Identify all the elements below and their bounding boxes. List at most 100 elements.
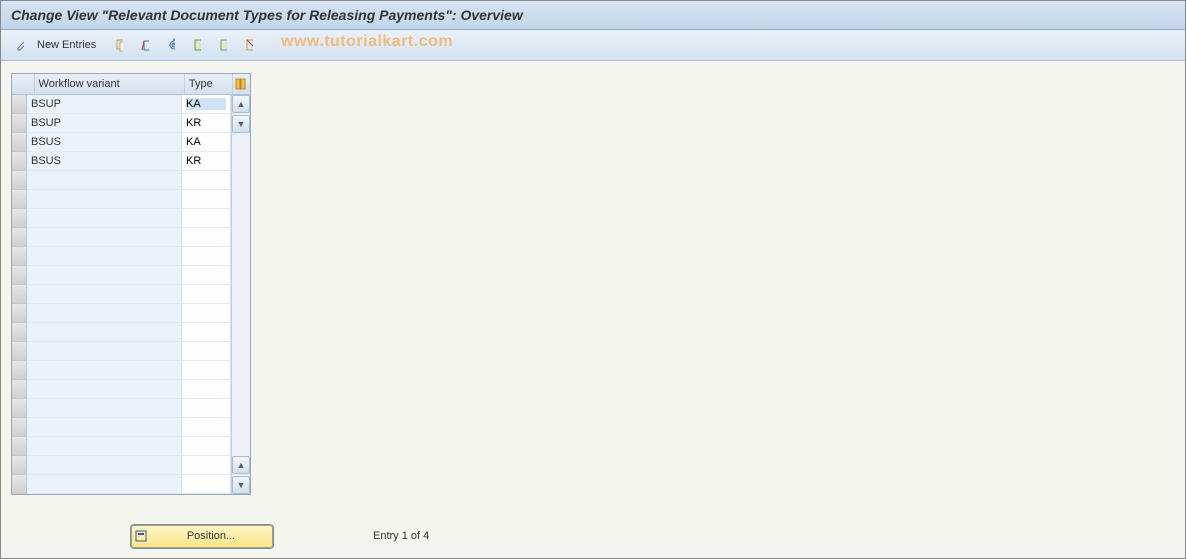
cell-type[interactable] [182,342,231,361]
type-input[interactable] [186,117,226,129]
footer-bar: Position... Entry 1 of 4 [1,524,1185,548]
cell-type[interactable] [182,285,231,304]
cell-type[interactable] [182,152,231,171]
row-selector[interactable] [12,475,27,494]
cell-workflow-variant[interactable] [27,418,182,437]
undo-icon[interactable] [160,34,182,56]
cell-workflow-variant[interactable] [27,456,182,475]
row-selector[interactable] [12,456,27,475]
row-selector[interactable] [12,437,27,456]
cell-type[interactable] [182,399,231,418]
row-selector[interactable] [12,247,27,266]
table-row: BSUS [12,152,231,171]
row-selector[interactable] [12,418,27,437]
row-selector[interactable] [12,285,27,304]
type-input[interactable] [186,98,226,110]
cell-workflow-variant[interactable] [27,285,182,304]
cell-workflow-variant[interactable] [27,247,182,266]
cell-type[interactable] [182,209,231,228]
position-button[interactable]: Position... [131,525,273,548]
cell-workflow-variant[interactable]: BSUP [27,95,182,114]
cell-workflow-variant[interactable] [27,475,182,494]
row-selector[interactable] [12,342,27,361]
type-input[interactable] [186,155,226,167]
row-selector[interactable] [12,171,27,190]
row-selector[interactable] [12,380,27,399]
row-selector[interactable] [12,304,27,323]
table-row [12,437,231,456]
row-selector[interactable] [12,361,27,380]
scroll-track[interactable] [232,133,250,456]
table-row [12,361,231,380]
cell-workflow-variant[interactable] [27,437,182,456]
cell-type[interactable] [182,114,231,133]
cell-type[interactable] [182,304,231,323]
vertical-scrollbar[interactable]: ▲ ▼ ▲ ▼ [231,95,250,494]
cell-type[interactable] [182,266,231,285]
row-selector[interactable] [12,190,27,209]
cell-type[interactable] [182,190,231,209]
cell-type[interactable] [182,171,231,190]
select-all-rows-handle[interactable] [12,74,35,94]
scroll-up-icon[interactable]: ▲ [232,95,250,113]
cell-workflow-variant[interactable] [27,342,182,361]
table-row [12,266,231,285]
application-toolbar: New Entries [1,30,1185,61]
row-selector[interactable] [12,228,27,247]
position-icon [132,530,150,542]
row-selector[interactable] [12,209,27,228]
copy-as-icon[interactable] [108,34,130,56]
cell-workflow-variant[interactable] [27,323,182,342]
cell-workflow-variant[interactable]: BSUS [27,133,182,152]
scroll-up-bottom-icon[interactable]: ▲ [232,456,250,474]
position-button-label: Position... [150,530,272,542]
type-input[interactable] [186,136,226,148]
table-row [12,171,231,190]
scroll-down-icon[interactable]: ▼ [232,476,250,494]
table-row [12,247,231,266]
cell-workflow-variant[interactable] [27,171,182,190]
table-row [12,228,231,247]
scroll-down-top-icon[interactable]: ▼ [232,115,250,133]
cell-type[interactable] [182,228,231,247]
delete-icon[interactable] [134,34,156,56]
cell-type[interactable] [182,247,231,266]
column-header-type[interactable]: Type [185,74,233,94]
deselect-all-icon[interactable] [238,34,260,56]
row-selector[interactable] [12,323,27,342]
cell-workflow-variant[interactable] [27,266,182,285]
cell-workflow-variant[interactable]: BSUS [27,152,182,171]
row-selector[interactable] [12,152,27,171]
toggle-change-icon[interactable] [9,34,31,56]
table-row [12,475,231,494]
select-all-icon[interactable] [186,34,208,56]
cell-workflow-variant[interactable] [27,228,182,247]
cell-type[interactable] [182,380,231,399]
cell-workflow-variant[interactable] [27,380,182,399]
new-entries-button[interactable]: New Entries [35,39,104,51]
cell-type[interactable] [182,323,231,342]
cell-type[interactable] [182,95,231,114]
cell-type[interactable] [182,361,231,380]
table-row [12,418,231,437]
row-selector[interactable] [12,133,27,152]
cell-type[interactable] [182,437,231,456]
table-settings-icon[interactable] [233,74,250,94]
cell-type[interactable] [182,456,231,475]
column-header-workflow-variant[interactable]: Workflow variant [35,74,185,94]
cell-type[interactable] [182,475,231,494]
cell-workflow-variant[interactable] [27,361,182,380]
row-selector[interactable] [12,95,27,114]
cell-workflow-variant[interactable] [27,399,182,418]
cell-workflow-variant[interactable] [27,190,182,209]
row-selector[interactable] [12,266,27,285]
cell-workflow-variant[interactable]: BSUP [27,114,182,133]
table-row [12,209,231,228]
cell-workflow-variant[interactable] [27,304,182,323]
cell-type[interactable] [182,133,231,152]
row-selector[interactable] [12,114,27,133]
row-selector[interactable] [12,399,27,418]
cell-workflow-variant[interactable] [27,209,182,228]
select-block-icon[interactable] [212,34,234,56]
cell-type[interactable] [182,418,231,437]
